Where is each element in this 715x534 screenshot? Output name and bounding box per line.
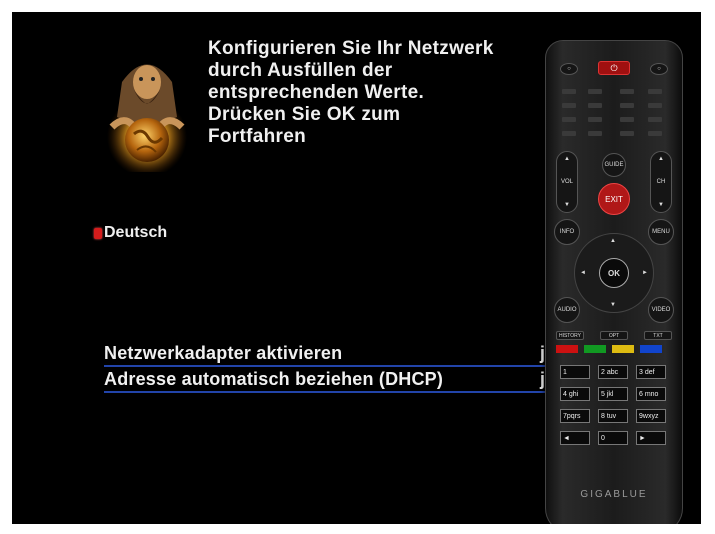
exit-button[interactable]: EXIT — [598, 183, 630, 215]
wizard-globe-logo — [107, 64, 187, 172]
setting-label-adapter: Netzwerkadapter aktivieren — [104, 343, 343, 363]
opt-button[interactable]: OPT — [600, 331, 628, 340]
language-indicator: Deutsch — [94, 224, 167, 242]
arrow-right-icon: ► — [642, 270, 648, 276]
function-key[interactable] — [648, 89, 662, 94]
key-next[interactable]: ► — [636, 431, 666, 445]
volume-label: VOL — [560, 179, 573, 185]
setting-row-dhcp[interactable]: Adresse automatisch beziehen (DHCP) j — [104, 369, 614, 393]
function-key[interactable] — [620, 89, 634, 94]
function-key[interactable] — [562, 103, 576, 108]
function-key[interactable] — [620, 131, 634, 136]
function-key[interactable] — [588, 103, 602, 108]
txt-button[interactable]: TXT — [644, 331, 672, 340]
key-0[interactable]: 0 — [598, 431, 628, 445]
function-key[interactable] — [562, 89, 576, 94]
guide-button[interactable]: GUIDE — [602, 153, 626, 177]
arrow-down-icon: ▼ — [658, 202, 664, 208]
brand-logo: GIGABLUE — [580, 489, 648, 500]
setting-row-adapter[interactable]: Netzwerkadapter aktivieren j — [104, 343, 614, 367]
ok-button[interactable]: OK — [599, 258, 629, 288]
arrow-down-icon: ▼ — [564, 202, 570, 208]
language-label: Deutsch — [104, 224, 168, 241]
key-3[interactable]: 3 def — [636, 365, 666, 379]
function-key[interactable] — [588, 89, 602, 94]
arrow-up-icon: ▲ — [658, 156, 664, 162]
function-key[interactable] — [588, 117, 602, 122]
function-key[interactable] — [648, 117, 662, 122]
menu-button[interactable]: MENU — [648, 219, 674, 245]
key-4[interactable]: 4 ghi — [560, 387, 590, 401]
blue-button[interactable] — [640, 345, 662, 353]
key-5[interactable]: 5 jkl — [598, 387, 628, 401]
history-button[interactable]: HISTORY — [556, 331, 584, 340]
timer-button[interactable]: ○ — [650, 63, 668, 75]
language-flag-icon — [94, 227, 102, 239]
remote-control: ○ ⏻ ○ ▲ VOL ▼ ▲ CH ▼ GUIDE EXIT INFO MENU ▲ … — [545, 40, 683, 524]
function-key[interactable] — [648, 103, 662, 108]
mute-icon: ○ — [567, 66, 571, 72]
key-6[interactable]: 6 mno — [636, 387, 666, 401]
green-button[interactable] — [584, 345, 606, 353]
red-button[interactable] — [556, 345, 578, 353]
channel-label: CH — [656, 179, 666, 185]
key-9[interactable]: 9wxyz — [636, 409, 666, 423]
arrow-up-icon: ▲ — [564, 156, 570, 162]
channel-rocker[interactable]: ▲ CH ▼ — [650, 151, 672, 213]
yellow-button[interactable] — [612, 345, 634, 353]
function-key[interactable] — [620, 103, 634, 108]
timer-icon: ○ — [657, 66, 661, 72]
key-2[interactable]: 2 abc — [598, 365, 628, 379]
info-button[interactable]: INFO — [554, 219, 580, 245]
intro-text: Konfigurieren Sie Ihr Netzwerk durch Aus… — [208, 38, 494, 147]
power-icon: ⏻ — [610, 62, 618, 73]
power-button[interactable]: ⏻ — [598, 61, 630, 75]
function-key[interactable] — [562, 131, 576, 136]
audio-button[interactable]: AUDIO — [554, 297, 580, 323]
mute-button[interactable]: ○ — [560, 63, 578, 75]
function-key[interactable] — [620, 117, 634, 122]
function-key[interactable] — [562, 117, 576, 122]
volume-rocker[interactable]: ▲ VOL ▼ — [556, 151, 578, 213]
arrow-up-icon: ▲ — [610, 238, 616, 244]
setting-label-dhcp: Adresse automatisch beziehen (DHCP) — [104, 369, 444, 389]
key-8[interactable]: 8 tuv — [598, 409, 628, 423]
arrow-left-icon: ◄ — [580, 270, 586, 276]
function-key[interactable] — [648, 131, 662, 136]
key-prev[interactable]: ◄ — [560, 431, 590, 445]
video-button[interactable]: VIDEO — [648, 297, 674, 323]
tv-screen: Konfigurieren Sie Ihr Netzwerk durch Aus… — [12, 12, 701, 524]
key-1[interactable]: 1 — [560, 365, 590, 379]
function-key[interactable] — [588, 131, 602, 136]
key-7[interactable]: 7pqrs — [560, 409, 590, 423]
arrow-down-icon: ▼ — [610, 302, 616, 308]
